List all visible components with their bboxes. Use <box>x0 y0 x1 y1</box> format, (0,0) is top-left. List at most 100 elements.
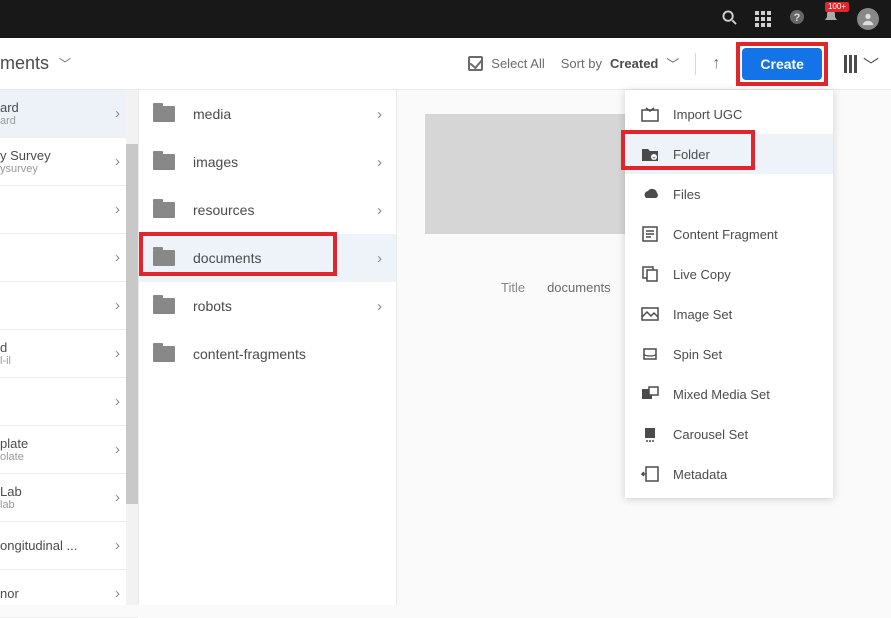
menu-item-label: Import UGC <box>673 107 742 122</box>
select-all-label: Select All <box>491 56 544 71</box>
sort-by-label: Sort by <box>561 56 602 71</box>
help-icon[interactable]: ? <box>789 9 805 29</box>
meta-title-value: documents <box>547 280 611 295</box>
folder-icon <box>153 106 175 122</box>
chevron-right-icon: › <box>115 297 120 314</box>
folder-row[interactable]: content-fragments <box>139 330 396 378</box>
menu-item-label: Live Copy <box>673 267 731 282</box>
menu-item-label: Content Fragment <box>673 227 778 242</box>
meta-title-key: Title <box>501 280 525 295</box>
folder-label: media <box>193 106 359 122</box>
breadcrumb[interactable]: ments ﹀ <box>0 53 71 74</box>
create-menu-item-mixed[interactable]: Mixed Media Set <box>625 374 833 414</box>
nav-item-label: plate <box>0 436 28 451</box>
column-view-icon <box>844 55 857 73</box>
spin-icon <box>641 346 659 362</box>
checkbox-icon <box>468 56 483 71</box>
chevron-right-icon: › <box>377 154 382 171</box>
create-menu-item-cloud[interactable]: Files <box>625 174 833 214</box>
create-menu-item-carousel[interactable]: Carousel Set <box>625 414 833 454</box>
create-dropdown: Import UGC+FolderFilesContent FragmentLi… <box>625 90 833 498</box>
global-topbar: ? 100+ <box>0 0 891 38</box>
notifications-icon[interactable]: 100+ <box>823 9 839 29</box>
folder-row[interactable]: robots› <box>139 282 396 330</box>
nav-item[interactable]: › <box>0 186 138 234</box>
notification-badge: 100+ <box>825 2 849 12</box>
menu-item-label: Spin Set <box>673 347 722 362</box>
chevron-down-icon: ﹀ <box>59 55 71 72</box>
chevron-right-icon: › <box>115 441 120 458</box>
chevron-right-icon: › <box>115 105 120 122</box>
chevron-right-icon: › <box>115 537 120 554</box>
nav-item-sublabel: ysurvey <box>0 163 51 175</box>
view-switcher[interactable]: ﹀ <box>844 52 879 76</box>
menu-item-label: Carousel Set <box>673 427 748 442</box>
nav-item-sublabel: ard <box>0 115 19 127</box>
cloud-icon <box>641 186 659 202</box>
nav-item-label: Lab <box>0 484 22 499</box>
sort-by-control[interactable]: Sort by Created ﹀ <box>561 54 680 73</box>
menu-item-label: Metadata <box>673 467 727 482</box>
sort-direction-button[interactable]: ↑ <box>712 55 720 73</box>
folder-row[interactable]: resources › <box>139 186 396 234</box>
chevron-right-icon: › <box>377 298 382 315</box>
meta-icon <box>641 466 659 482</box>
create-menu-item-fragment[interactable]: Content Fragment <box>625 214 833 254</box>
chevron-down-icon: ﹀ <box>863 52 879 76</box>
scrollbar-thumb[interactable] <box>126 144 138 504</box>
folder-icon <box>153 202 175 218</box>
menu-item-label: Image Set <box>673 307 732 322</box>
nav-item[interactable]: Lablab› <box>0 474 138 522</box>
nav-item-label: ard <box>0 100 19 115</box>
menu-item-label: Files <box>673 187 700 202</box>
folder-label: images <box>193 154 359 170</box>
fragment-icon <box>641 226 659 242</box>
folder-label: content-fragments <box>193 346 382 362</box>
highlight-box <box>621 130 755 170</box>
apps-icon[interactable] <box>755 11 771 27</box>
page-header: ments ﹀ Select All Sort by Created ﹀ ↑ C… <box>0 38 891 90</box>
create-menu-item-spin[interactable]: Spin Set <box>625 334 833 374</box>
imageset-icon <box>641 306 659 322</box>
create-menu-item-copy[interactable]: Live Copy <box>625 254 833 294</box>
create-menu-item-imageset[interactable]: Image Set <box>625 294 833 334</box>
nav-item-label: nor <box>0 586 19 601</box>
nav-item-label: d <box>0 340 11 355</box>
chevron-right-icon: › <box>115 345 120 362</box>
create-button-highlight: Create <box>736 42 828 86</box>
nav-item-label: ongitudinal ... <box>0 538 77 553</box>
folder-label: resources <box>193 202 359 218</box>
nav-item[interactable]: ardard › <box>0 90 138 138</box>
chevron-right-icon: › <box>377 250 382 267</box>
chevron-right-icon: › <box>377 202 382 219</box>
folder-row[interactable]: images › <box>139 138 396 186</box>
chevron-right-icon: › <box>115 489 120 506</box>
nav-column-2: media›images›resources›documents›robots›… <box>139 90 397 605</box>
folder-icon <box>153 298 175 314</box>
folder-row[interactable]: media › <box>139 90 396 138</box>
user-avatar[interactable] <box>857 8 879 30</box>
chevron-right-icon: › <box>377 106 382 123</box>
nav-item[interactable]: nor› <box>0 570 138 618</box>
sort-by-value: Created <box>610 56 658 71</box>
create-button[interactable]: Create <box>742 48 822 80</box>
create-menu-item-ugc[interactable]: Import UGC <box>625 94 833 134</box>
chevron-right-icon: › <box>115 249 120 266</box>
detail-column: Title documents Import UGC+FolderFilesCo… <box>397 90 891 605</box>
nav-item[interactable]: › <box>0 378 138 426</box>
nav-item[interactable]: ongitudinal ... › <box>0 522 138 570</box>
nav-item[interactable]: y Surveyysurvey › <box>0 138 138 186</box>
divider <box>695 53 696 75</box>
breadcrumb-label: ments <box>0 53 49 74</box>
select-all-button[interactable]: Select All <box>468 56 544 71</box>
nav-item[interactable]: dl-il› <box>0 330 138 378</box>
nav-item[interactable]: plateolate› <box>0 426 138 474</box>
nav-item[interactable]: › <box>0 282 138 330</box>
nav-item-label: y Survey <box>0 148 51 163</box>
nav-item[interactable]: › <box>0 234 138 282</box>
search-icon[interactable] <box>722 10 737 29</box>
folder-icon <box>153 154 175 170</box>
chevron-right-icon: › <box>115 153 120 170</box>
create-menu-item-meta[interactable]: Metadata <box>625 454 833 494</box>
menu-item-label: Mixed Media Set <box>673 387 770 402</box>
